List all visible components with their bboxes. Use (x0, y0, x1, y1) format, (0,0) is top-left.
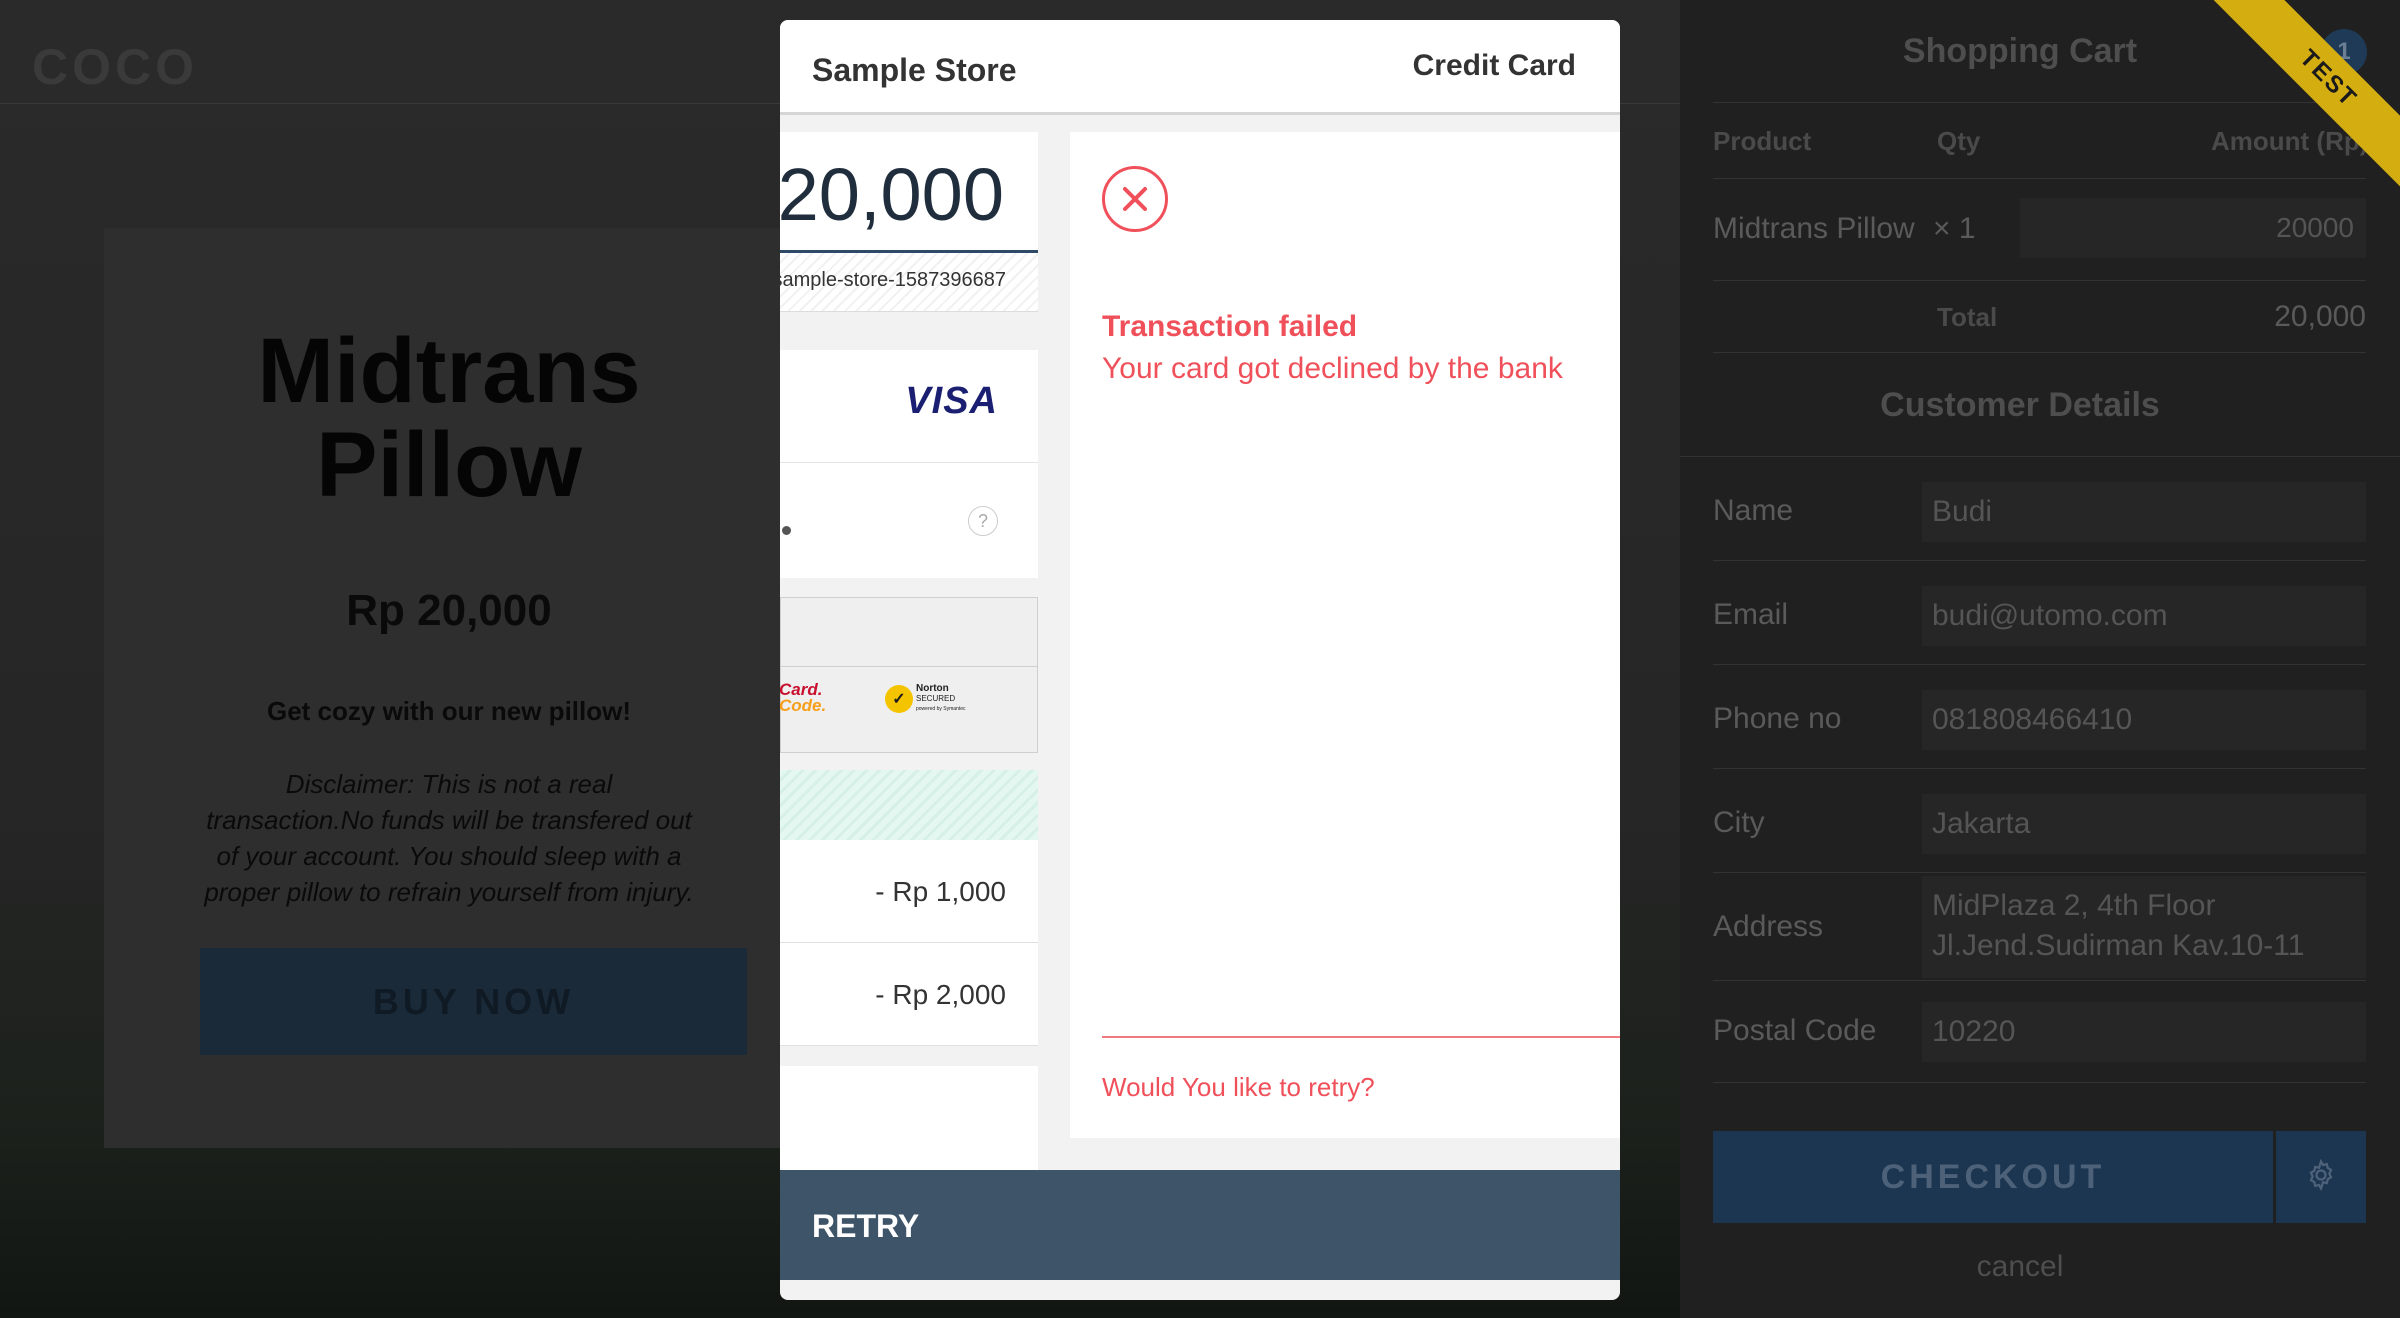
city-label: City (1713, 806, 1765, 839)
product-tagline: Get cozy with our new pillow! (266, 696, 631, 726)
card-form: VISA ? (780, 350, 1038, 578)
payment-modal: Sample Store Credit Card 20,000 sample-s… (780, 20, 1620, 1300)
divider (1713, 1082, 2366, 1083)
norton-line3: powered by Symantec (916, 706, 966, 712)
failure-title: Transaction failed (1102, 310, 1358, 343)
visa-logo: VISA (905, 380, 998, 422)
failure-message: Your card got declined by the bank (1102, 352, 1563, 385)
norton-line1: Norton (916, 683, 949, 694)
address-line2: Jl.Jend.Sudirman Kav.10-11 (1932, 929, 2305, 962)
modal-header: Sample Store Credit Card (780, 20, 1620, 115)
retry-button-label: RETRY (812, 1208, 920, 1244)
error-x-icon (1102, 166, 1168, 232)
item-qty: × 1 (1933, 212, 1976, 245)
divider (1713, 102, 2366, 103)
divider (1713, 178, 2366, 179)
checkout-settings-button[interactable] (2276, 1131, 2366, 1223)
divider (1713, 872, 2366, 873)
norton-text: Norton SECURED powered by Symantec (916, 684, 965, 714)
divider (1713, 280, 2366, 281)
promo-strip (780, 770, 1038, 840)
promo-discount: - Rp 2,000 (875, 979, 1006, 1010)
item-amount-field: 20000 (2020, 198, 2366, 258)
check-icon: ✓ (885, 685, 913, 713)
customer-details-title: Customer Details (1880, 386, 2160, 424)
store-name: Sample Store (812, 52, 1017, 88)
column-header-product: Product (1713, 126, 1812, 156)
address-line1: MidPlaza 2, 4th Floor (1932, 889, 2216, 922)
empty-card (780, 1066, 1038, 1172)
divider (1713, 560, 2366, 561)
total-value: 20,000 (2274, 300, 2366, 333)
phone-field[interactable]: 081808466410 (1922, 690, 2366, 750)
order-id-card: sample-store-1587396687 (780, 253, 1038, 312)
postal-code-label: Postal Code (1713, 1014, 1877, 1047)
product-title: Midtrans Pillow (104, 324, 794, 512)
address-field[interactable]: MidPlaza 2, 4th Floor Jl.Jend.Sudirman K… (1922, 876, 2366, 978)
amount-value: 20,000 (780, 153, 1004, 236)
amount-card: 20,000 (780, 132, 1038, 253)
securecode-line2: Code. (780, 696, 827, 715)
divider (1713, 768, 2366, 769)
divider (1680, 456, 2400, 457)
norton-secured-logo: ✓ Norton SECURED powered by Symantec (885, 684, 965, 714)
promo-option[interactable]: - Rp 1,000 (780, 840, 1038, 943)
gear-icon (2304, 1158, 2338, 1197)
norton-line2: SECURED (916, 694, 956, 703)
divider (1713, 980, 2366, 981)
payment-type: Credit Card (1412, 49, 1576, 82)
product-disclaimer: Disclaimer: This is not a real transacti… (204, 769, 694, 907)
product-card: Midtrans Pillow Rp 20,000 Get cozy with … (104, 228, 794, 1148)
promo-option[interactable]: - Rp 2,000 (780, 943, 1038, 1046)
checkout-button[interactable]: CHECKOUT (1713, 1131, 2273, 1223)
city-field[interactable]: Jakarta (1922, 794, 2366, 854)
order-id: sample-store-1587396687 (780, 269, 1006, 291)
phone-label: Phone no (1713, 702, 1842, 735)
cvv-help-icon[interactable]: ? (968, 506, 998, 536)
product-title-line1: Midtrans (257, 320, 641, 422)
divider (781, 666, 1037, 667)
promo-discount: - Rp 1,000 (875, 876, 1006, 907)
item-name: Midtrans Pillow (1713, 212, 1915, 245)
product-price: Rp 20,000 (346, 586, 552, 635)
store-logo: COCO (32, 39, 198, 95)
divider (780, 462, 1038, 463)
address-label: Address (1713, 910, 1824, 943)
masked-input-dot (782, 526, 791, 535)
retry-button[interactable]: RETRY (780, 1170, 1620, 1280)
divider (1713, 664, 2366, 665)
email-field[interactable]: budi@utomo.com (1922, 586, 2366, 646)
divider (1102, 1036, 1620, 1038)
email-label: Email (1713, 598, 1789, 631)
column-header-qty: Qty (1937, 126, 1981, 156)
cancel-link[interactable]: cancel (1680, 1250, 2360, 1284)
retry-question: Would You like to retry? (1102, 1072, 1375, 1102)
postal-code-field[interactable]: 10220 (1922, 1002, 2366, 1062)
name-field[interactable]: Budi (1922, 482, 2366, 542)
buy-now-button[interactable]: BUY NOW (200, 948, 747, 1055)
transaction-result-card: Transaction failed Your card got decline… (1070, 132, 1620, 1138)
security-badges: Card. Code. ✓ Norton SECURED powered by … (780, 597, 1038, 753)
total-label: Total (1937, 302, 1998, 332)
product-title-line2: Pillow (316, 414, 582, 516)
mastercard-securecode-logo: Card. Code. (780, 681, 827, 715)
name-label: Name (1713, 494, 1794, 527)
divider (1713, 352, 2366, 353)
shopping-cart-panel: Shopping Cart 1 Product Qty Amount (Rp) … (1680, 0, 2400, 1318)
